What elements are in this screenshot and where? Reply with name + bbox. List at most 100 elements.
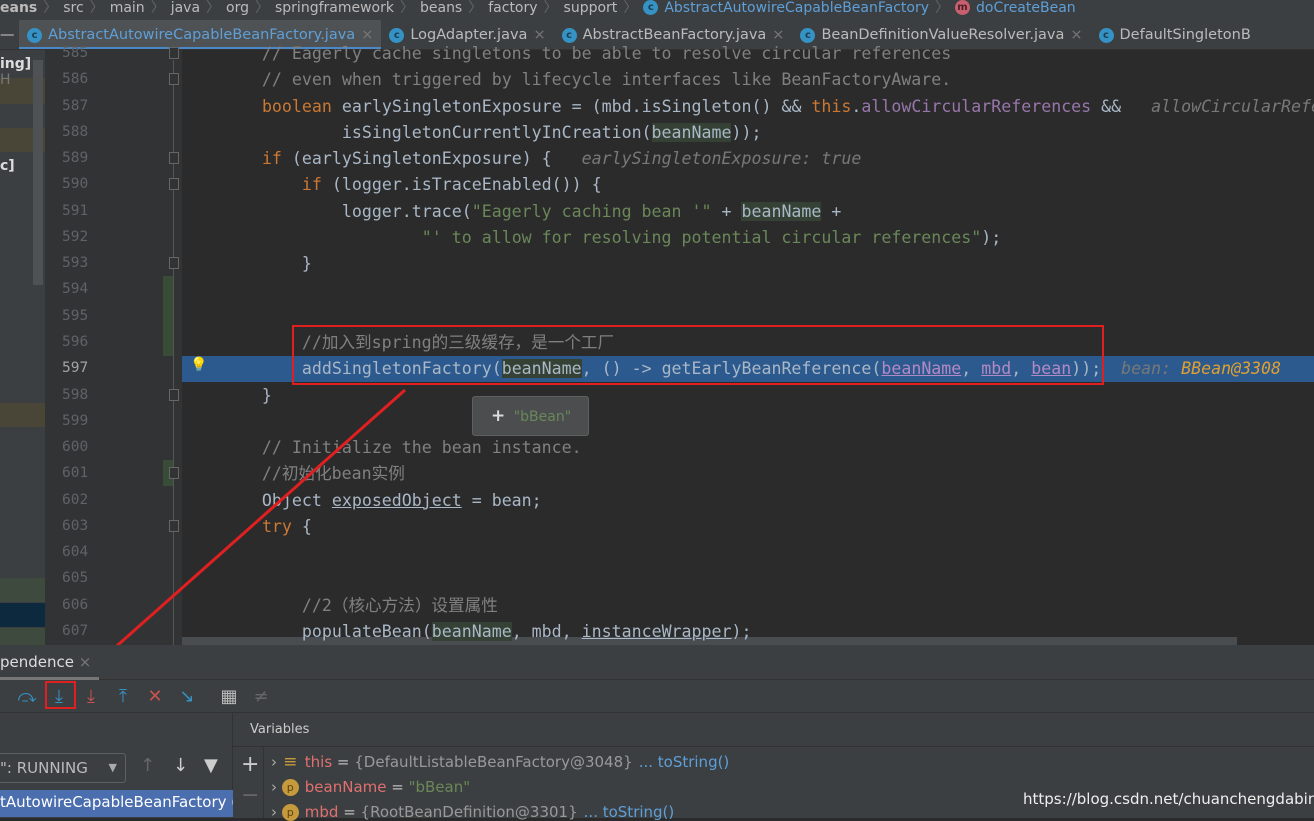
- chevron-right-icon[interactable]: ›: [271, 778, 282, 796]
- evaluate-expression-button[interactable]: ▦: [216, 685, 242, 709]
- step-over-button[interactable]: ⤼: [14, 685, 40, 709]
- breadcrumb-item[interactable]: factory: [488, 0, 537, 16]
- variable-name: this: [304, 753, 333, 771]
- tostring-link[interactable]: ... toString(): [639, 753, 730, 771]
- fold-marker-icon[interactable]: [169, 152, 179, 165]
- plus-icon[interactable]: +: [491, 406, 505, 426]
- method-icon: m: [955, 0, 971, 15]
- arrow-down-icon[interactable]: ↓: [173, 755, 188, 776]
- line-number: 585: [62, 45, 89, 61]
- debug-toolbar: ⤼ ⤓ ⤓ ⤒ ✕ ↘ ▦ ≠: [0, 680, 1314, 713]
- code-token: "Eagerly caching bean '": [471, 201, 712, 221]
- variable-row[interactable]: › p mbd = {RootBeanDefinition@3301} ... to…: [271, 803, 674, 821]
- breadcrumb-item[interactable]: springframework: [275, 0, 394, 16]
- code-token: earlySingletonExposure: true: [581, 149, 862, 169]
- remove-watch-button[interactable]: −: [241, 783, 259, 808]
- code-line[interactable]: if (logger.isTraceEnabled()) {: [182, 172, 1314, 198]
- breadcrumb-item[interactable]: eans: [0, 0, 37, 16]
- chevron-right-icon: 〉: [935, 0, 950, 16]
- line-number: 607: [62, 622, 89, 639]
- breadcrumb-item[interactable]: beans: [420, 0, 462, 16]
- breadcrumb-item[interactable]: doCreateBean: [976, 0, 1076, 16]
- fold-marker-icon[interactable]: [169, 47, 179, 59]
- variable-row[interactable]: › ≡ this = {DefaultListableBeanFactory@30…: [271, 753, 729, 771]
- step-out-button[interactable]: ⤒: [110, 685, 136, 709]
- chevron-right-icon: 〉: [468, 0, 483, 16]
- arrow-up-icon[interactable]: ↑: [140, 755, 155, 776]
- code-line[interactable]: //2（核心方法）设置属性: [182, 593, 1314, 619]
- code-line[interactable]: [182, 566, 1314, 592]
- variables-panel: Variables + − › ≡ this = {DefaultListable…: [233, 713, 1314, 821]
- frames-panel: ": RUNNING ▼ ↑ ↓ ▼ tAutowireCapableBeanFa…: [0, 713, 233, 818]
- value-tooltip[interactable]: + "bBean": [472, 396, 589, 436]
- run-to-cursor-button[interactable]: ↘: [174, 685, 200, 709]
- code-line[interactable]: // even when triggered by lifecycle inte…: [182, 67, 1314, 93]
- code-token: try: [261, 516, 302, 536]
- debug-tab[interactable]: pendence ×: [0, 653, 100, 680]
- chevron-right-icon: 〉: [543, 0, 558, 16]
- breadcrumb-item[interactable]: java: [171, 0, 200, 16]
- code-line[interactable]: //初始化bean实例: [182, 461, 1314, 487]
- breadcrumb-item[interactable]: src: [63, 0, 83, 16]
- code-line[interactable]: populateBean(beanName, mbd, instanceWrap…: [182, 619, 1314, 645]
- code-token: Object: [182, 490, 332, 510]
- code-line[interactable]: [182, 277, 1314, 303]
- code-line[interactable]: logger.trace("Eagerly caching bean '" + …: [182, 199, 1314, 225]
- class-icon: c: [27, 27, 43, 43]
- code-line[interactable]: if (earlySingletonExposure) { earlySingl…: [182, 146, 1314, 172]
- code-line[interactable]: try {: [182, 514, 1314, 540]
- code-token: // Eagerly cache singletons to be able t…: [182, 44, 952, 63]
- thread-select[interactable]: ": RUNNING ▼: [0, 753, 126, 783]
- collapse-icon[interactable]: —: [0, 27, 19, 43]
- breadcrumb-item[interactable]: org: [226, 0, 249, 16]
- code-line[interactable]: }: [182, 251, 1314, 277]
- drop-frame-button[interactable]: ✕: [142, 685, 168, 709]
- fold-marker-icon[interactable]: [169, 73, 179, 86]
- code-line[interactable]: [182, 409, 1314, 435]
- line-number: 605: [62, 570, 89, 587]
- variable-value: {RootBeanDefinition@3301}: [360, 803, 578, 821]
- code-token: instanceWrapper: [581, 621, 732, 641]
- chevron-right-icon: 〉: [206, 0, 221, 16]
- equals: =: [332, 753, 355, 771]
- scrollbar[interactable]: [33, 60, 43, 285]
- line-number: 587: [62, 97, 89, 114]
- fold-marker-icon[interactable]: [169, 467, 179, 480]
- fold-marker-icon[interactable]: [169, 257, 179, 270]
- code-line[interactable]: "' to allow for resolving potential circ…: [182, 225, 1314, 251]
- chevron-right-icon: 〉: [255, 0, 269, 16]
- breadcrumb-item[interactable]: main: [110, 0, 145, 16]
- parameter-icon: p: [281, 779, 299, 796]
- code-line[interactable]: boolean earlySingletonExposure = (mbd.is…: [182, 94, 1314, 120]
- breadcrumb-item[interactable]: AbstractAutowireCapableBeanFactory: [664, 0, 929, 16]
- line-number: 588: [62, 123, 89, 140]
- code-line[interactable]: isSingletonCurrentlyInCreation(beanName)…: [182, 120, 1314, 146]
- code-line[interactable]: [182, 540, 1314, 566]
- line-number: 603: [62, 517, 89, 534]
- watermark: https://blog.csdn.net/chuanchengdabing: [1023, 790, 1314, 808]
- chevron-down-icon: ▼: [108, 761, 117, 774]
- code-line[interactable]: // Initialize the bean instance.: [182, 435, 1314, 461]
- filter-icon[interactable]: ▼: [204, 755, 218, 776]
- fold-marker-icon[interactable]: [169, 178, 179, 191]
- force-step-into-button[interactable]: ⤓: [78, 685, 104, 709]
- code-line[interactable]: Object exposedObject = bean;: [182, 488, 1314, 514]
- code-token: }: [182, 385, 272, 405]
- variable-row[interactable]: › p beanName = "bBean": [271, 778, 470, 796]
- chevron-right-icon[interactable]: ›: [271, 803, 282, 821]
- tostring-link[interactable]: ... toString(): [584, 803, 675, 821]
- trace-stream-button[interactable]: ≠: [248, 685, 274, 709]
- code-token: .: [851, 96, 862, 116]
- add-watch-button[interactable]: +: [241, 752, 259, 777]
- frame-item[interactable]: tAutowireCapableBeanFactory (c: [0, 790, 233, 817]
- code-line[interactable]: }: [182, 383, 1314, 409]
- code-line[interactable]: // Eagerly cache singletons to be able t…: [182, 41, 1314, 67]
- line-number: 594: [62, 281, 89, 298]
- fold-marker-icon[interactable]: [169, 519, 179, 532]
- chevron-right-icon[interactable]: ›: [271, 753, 282, 771]
- fold-marker-icon[interactable]: [169, 388, 179, 401]
- breadcrumb-item[interactable]: support: [564, 0, 618, 16]
